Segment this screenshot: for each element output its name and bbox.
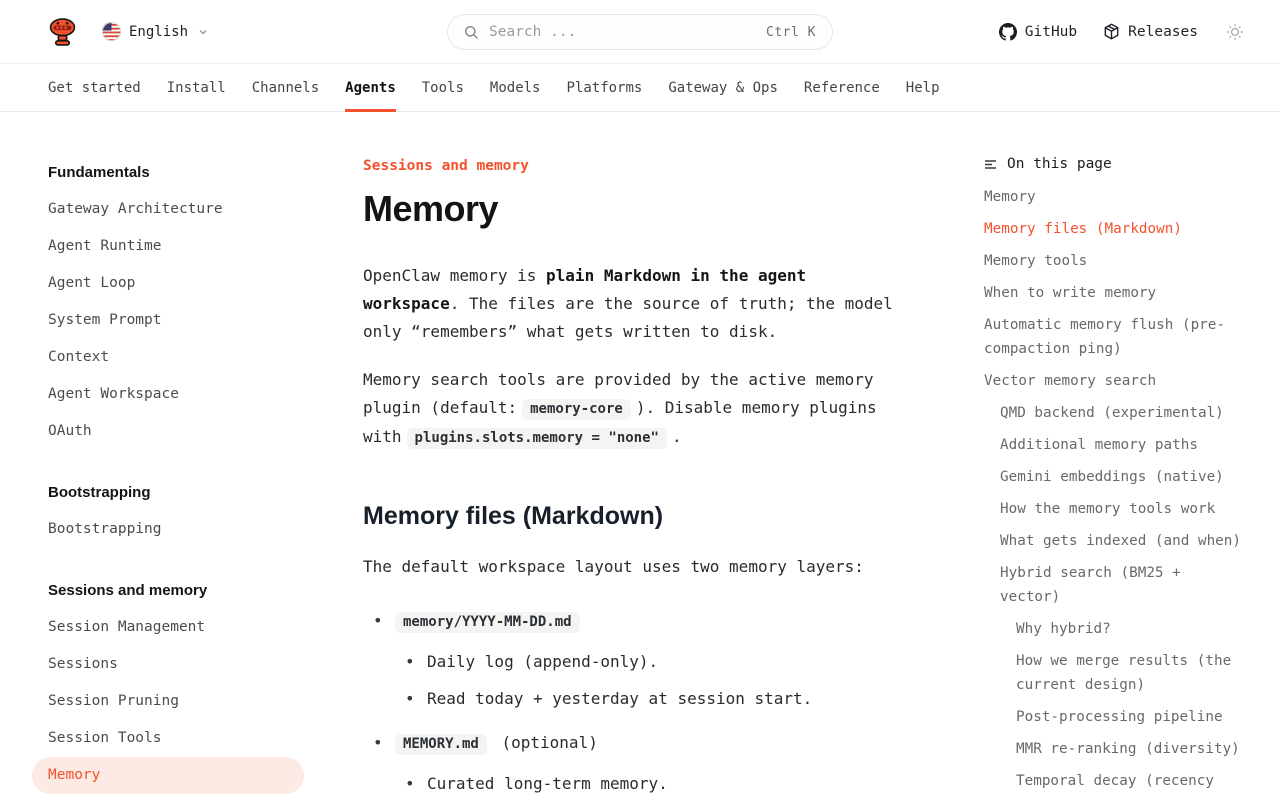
sidebar-item-sessions[interactable]: Sessions xyxy=(32,646,304,683)
search-shortcut: Ctrl K xyxy=(766,25,816,40)
tab-tools[interactable]: Tools xyxy=(422,64,464,111)
language-selector[interactable]: English xyxy=(102,22,208,41)
list-item: MEMORY.md (optional) Curated long-term m… xyxy=(363,729,903,800)
sidebar-section-fundamentals: Fundamentals Gateway Architecture Agent … xyxy=(48,156,304,450)
sidebar-heading-fundamentals: Fundamentals xyxy=(48,156,304,189)
list-item-text: Daily log (append-only). xyxy=(427,652,658,671)
sidebar-item-session-tools[interactable]: Session Tools xyxy=(32,720,304,757)
toc-item-gemini-embeddings[interactable]: Gemini embeddings (native) xyxy=(984,465,1244,489)
tab-reference[interactable]: Reference xyxy=(804,64,880,111)
list-item-text: Curated long-term memory. xyxy=(427,774,668,793)
toc-item-temporal-decay[interactable]: Temporal decay (recency xyxy=(984,769,1244,793)
toc-item-why-hybrid[interactable]: Why hybrid? xyxy=(984,617,1244,641)
intro-paragraph: OpenClaw memory is plain Markdown in the… xyxy=(363,262,903,346)
sidebar-item-context[interactable]: Context xyxy=(32,339,304,376)
files-intro-paragraph: The default workspace layout uses two me… xyxy=(363,553,903,581)
toc-item-qmd-backend[interactable]: QMD backend (experimental) xyxy=(984,401,1244,425)
releases-label: Releases xyxy=(1128,24,1198,40)
inline-code-memory-md: MEMORY.md xyxy=(395,734,487,755)
plugins-paragraph: Memory search tools are provided by the … xyxy=(363,366,903,452)
list-item: Curated long-term memory. xyxy=(395,770,903,798)
sidebar-item-session-pruning[interactable]: Session Pruning xyxy=(32,683,304,720)
inline-code-daily-file: memory/YYYY-MM-DD.md xyxy=(395,612,580,633)
toc-lines-icon xyxy=(984,158,997,171)
sub-list: Curated long-term memory. Only load in t… xyxy=(395,770,903,800)
sidebar-item-bootstrapping[interactable]: Bootstrapping xyxy=(32,511,304,548)
theme-toggle-button[interactable] xyxy=(1226,23,1244,41)
chevron-down-icon xyxy=(198,27,208,37)
tab-channels[interactable]: Channels xyxy=(252,64,319,111)
sidebar-heading-sessions-memory: Sessions and memory xyxy=(48,574,304,607)
releases-link[interactable]: Releases xyxy=(1103,23,1198,40)
inline-code-plugins-slots: plugins.slots.memory = "none" xyxy=(407,428,667,449)
toc-item-vector-search[interactable]: Vector memory search xyxy=(984,369,1244,393)
tab-models[interactable]: Models xyxy=(490,64,541,111)
toc-header: On this page xyxy=(984,156,1244,172)
toc-item-additional-paths[interactable]: Additional memory paths xyxy=(984,433,1244,457)
section-title-memory-files: Memory files (Markdown) xyxy=(363,502,903,531)
list-item: Read today + yesterday at session start. xyxy=(395,685,903,713)
sun-icon xyxy=(1226,23,1244,41)
language-label: English xyxy=(129,24,188,40)
github-link[interactable]: GitHub xyxy=(999,23,1077,41)
github-icon xyxy=(999,23,1017,41)
toc-item-hybrid-search[interactable]: Hybrid search (BM25 + vector) xyxy=(984,561,1244,609)
left-sidebar: Fundamentals Gateway Architecture Agent … xyxy=(48,156,304,800)
sidebar-item-agent-loop[interactable]: Agent Loop xyxy=(32,265,304,302)
list-item-text: Read today + yesterday at session start. xyxy=(427,689,812,708)
on-this-page: On this page Memory Memory files (Markdo… xyxy=(984,156,1244,800)
sidebar-item-memory[interactable]: Memory xyxy=(32,757,304,794)
list-item-suffix: (optional) xyxy=(502,733,598,752)
header-links: GitHub Releases xyxy=(999,23,1244,41)
sidebar-item-agent-runtime[interactable]: Agent Runtime xyxy=(32,228,304,265)
sidebar-section-sessions-memory: Sessions and memory Session Management S… xyxy=(48,574,304,794)
lobster-logo-icon[interactable] xyxy=(48,17,77,47)
toc-item-memory[interactable]: Memory xyxy=(984,185,1244,209)
github-label: GitHub xyxy=(1025,24,1077,40)
article: Sessions and memory Memory OpenClaw memo… xyxy=(363,156,903,800)
toc-item-how-tools-work[interactable]: How the memory tools work xyxy=(984,497,1244,521)
sidebar-item-agent-workspace[interactable]: Agent Workspace xyxy=(32,376,304,413)
search-icon xyxy=(464,25,479,40)
breadcrumb: Sessions and memory xyxy=(363,156,903,176)
toc-item-what-gets-indexed[interactable]: What gets indexed (and when) xyxy=(984,529,1244,553)
sidebar-heading-bootstrapping: Bootstrapping xyxy=(48,476,304,509)
toc-item-post-processing[interactable]: Post-processing pipeline xyxy=(984,705,1244,729)
us-flag-icon xyxy=(102,22,121,41)
package-icon xyxy=(1103,23,1120,40)
content-area: Fundamentals Gateway Architecture Agent … xyxy=(0,112,1280,800)
tab-platforms[interactable]: Platforms xyxy=(566,64,642,111)
page-title: Memory xyxy=(363,188,903,230)
sidebar-item-gateway-architecture[interactable]: Gateway Architecture xyxy=(32,191,304,228)
toc-item-memory-tools[interactable]: Memory tools xyxy=(984,249,1244,273)
list-item: memory/YYYY-MM-DD.md Daily log (append-o… xyxy=(363,607,903,713)
toc-title: On this page xyxy=(1007,156,1112,172)
tab-get-started[interactable]: Get started xyxy=(48,64,141,111)
toc-item-how-we-merge[interactable]: How we merge results (the current design… xyxy=(984,649,1244,697)
search-bar[interactable]: Ctrl K xyxy=(447,14,833,50)
sub-list: Daily log (append-only). Read today + ye… xyxy=(395,648,903,713)
header: English Ctrl K GitHub Releases xyxy=(0,0,1280,64)
search-input[interactable] xyxy=(489,24,756,40)
toc-item-memory-files[interactable]: Memory files (Markdown) xyxy=(984,217,1244,241)
plugins-text-3: . xyxy=(672,427,682,446)
inline-code-memory-core: memory-core xyxy=(522,399,631,420)
toc-item-when-to-write[interactable]: When to write memory xyxy=(984,281,1244,305)
toc-list: Memory Memory files (Markdown) Memory to… xyxy=(984,185,1244,793)
tab-agents[interactable]: Agents xyxy=(345,64,396,111)
tab-help[interactable]: Help xyxy=(906,64,940,111)
intro-text: OpenClaw memory is xyxy=(363,266,546,285)
tab-gateway-ops[interactable]: Gateway & Ops xyxy=(668,64,778,111)
toc-item-automatic-flush[interactable]: Automatic memory flush (pre-compaction p… xyxy=(984,313,1244,361)
sidebar-item-oauth[interactable]: OAuth xyxy=(32,413,304,450)
toc-item-mmr-reranking[interactable]: MMR re-ranking (diversity) xyxy=(984,737,1244,761)
sidebar-section-bootstrapping: Bootstrapping Bootstrapping xyxy=(48,476,304,548)
sidebar-item-system-prompt[interactable]: System Prompt xyxy=(32,302,304,339)
sidebar-item-session-management[interactable]: Session Management xyxy=(32,609,304,646)
tab-install[interactable]: Install xyxy=(167,64,226,111)
list-item: Daily log (append-only). xyxy=(395,648,903,676)
memory-layers-list: memory/YYYY-MM-DD.md Daily log (append-o… xyxy=(363,607,903,800)
primary-nav: Get started Install Channels Agents Tool… xyxy=(0,64,1280,112)
